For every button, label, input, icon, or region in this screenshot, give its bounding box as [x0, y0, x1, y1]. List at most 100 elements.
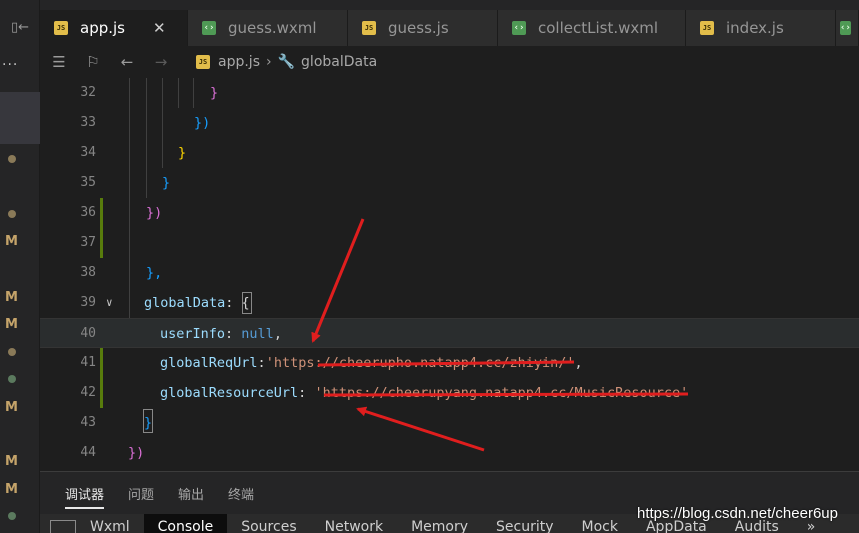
git-modified-marker: M — [5, 400, 18, 415]
tab-security[interactable]: Security — [482, 514, 568, 533]
line-number: 42 — [80, 385, 96, 400]
bottom-panel: 调试器 问题 输出 终端 Wxml Console Sources Networ… — [40, 471, 859, 533]
tab-mock[interactable]: Mock — [568, 514, 632, 533]
property-key: globalResourceUrl — [160, 385, 299, 401]
js-file-icon: JS — [700, 21, 714, 35]
line-number: 41 — [80, 355, 96, 370]
untracked-dot-icon — [8, 375, 16, 383]
tab-guess-wxml[interactable]: ‹› guess.wxml — [188, 10, 348, 46]
chevron-right-icon: › — [266, 54, 272, 70]
wrench-icon: 🔧 — [277, 54, 296, 70]
tab-output[interactable]: 输出 — [178, 484, 204, 509]
code-text: : — [225, 326, 242, 342]
code-text: } — [210, 85, 219, 101]
tab-label: collectList.wxml — [538, 19, 659, 37]
code-line: 36 }) — [40, 198, 859, 228]
tab-network[interactable]: Network — [311, 514, 397, 533]
tab-overflow[interactable]: ‹› — [836, 10, 859, 46]
tab-sources[interactable]: Sources — [227, 514, 310, 533]
tab-app-js[interactable]: JS app.js ✕ — [40, 10, 188, 46]
watermark: https://blog.csdn.net/cheer6up — [637, 505, 838, 522]
code-text: , — [273, 326, 282, 342]
line-number: 44 — [80, 445, 96, 460]
code-editor[interactable]: 32 } 33 }) 34 } 35 } 36 }) 37 38 }, 39 ∨… — [40, 78, 859, 471]
breadcrumb: ☰ ⚐ ← → JS app.js › 🔧 globalData — [40, 46, 859, 78]
code-text: }) — [128, 445, 145, 461]
tab-problems[interactable]: 问题 — [128, 484, 154, 509]
tab-label: index.js — [726, 19, 784, 37]
line-number: 40 — [80, 326, 96, 341]
modified-dot-icon — [8, 348, 16, 356]
breadcrumb-file[interactable]: app.js — [218, 54, 260, 70]
tab-debugger[interactable]: 调试器 — [65, 484, 104, 509]
code-text: } — [162, 175, 171, 191]
git-change-bar — [100, 378, 103, 408]
code-line: 44 }) — [40, 438, 859, 468]
git-change-bar — [100, 198, 103, 228]
modified-dot-icon — [8, 155, 16, 163]
more-icon[interactable]: ··· — [2, 58, 20, 74]
line-number: 43 — [80, 415, 96, 430]
selected-explorer-item[interactable] — [0, 92, 40, 144]
code-line: 34 } — [40, 138, 859, 168]
url-string: 'https://cheerupyang.natapp4.cc/MusicRes… — [314, 385, 689, 401]
git-change-bar — [100, 348, 103, 378]
forward-arrow-icon[interactable]: → — [150, 53, 172, 71]
list-icon[interactable]: ☰ — [48, 53, 70, 71]
activity-bar: ▯← ··· M M M M M M — [0, 0, 40, 533]
code-text: , — [574, 355, 583, 371]
code-text: } — [178, 145, 187, 161]
property-key: globalReqUrl — [160, 355, 258, 371]
tab-console[interactable]: Console — [143, 514, 228, 533]
code-line-current: 40 userInfo: null, — [40, 318, 859, 348]
tab-guess-js[interactable]: JS guess.js — [348, 10, 498, 46]
back-arrow-icon[interactable]: ← — [116, 53, 138, 71]
line-number: 38 — [80, 265, 96, 280]
git-modified-marker: M — [5, 290, 18, 305]
tab-label: guess.wxml — [228, 19, 317, 37]
url-string: 'https://cheerupho.natapp4.cc/zhiyin/' — [265, 355, 575, 371]
panel-tabs: 调试器 问题 输出 终端 — [65, 484, 278, 509]
git-change-bar — [100, 228, 103, 258]
property-key: globalData — [144, 295, 226, 311]
code-line: 35 } — [40, 168, 859, 198]
tab-wxml[interactable]: Wxml — [76, 514, 144, 533]
line-number: 39 — [80, 295, 96, 310]
tab-label: app.js — [80, 19, 125, 37]
line-number: 35 — [80, 175, 96, 190]
bracket-match-open — [242, 292, 252, 314]
code-line: 39 ∨ globalData: { — [40, 288, 859, 318]
code-text: : — [298, 385, 315, 401]
code-line: 38 }, — [40, 258, 859, 288]
js-file-icon: JS — [54, 21, 68, 35]
git-modified-marker: M — [5, 317, 18, 332]
git-modified-marker: M — [5, 234, 18, 249]
wxml-file-icon: ‹› — [512, 21, 526, 35]
tab-memory[interactable]: Memory — [397, 514, 482, 533]
git-modified-marker: M — [5, 482, 18, 497]
bookmark-icon[interactable]: ⚐ — [82, 53, 104, 71]
breadcrumb-symbol[interactable]: globalData — [301, 54, 377, 70]
git-modified-marker: M — [5, 454, 18, 469]
tab-collectlist-wxml[interactable]: ‹› collectList.wxml — [498, 10, 686, 46]
js-file-icon: JS — [196, 55, 210, 69]
null-literal: null — [241, 326, 274, 342]
code-line: 41 globalReqUrl:'https://cheerupho.natap… — [40, 348, 859, 378]
close-icon[interactable]: ✕ — [153, 19, 166, 37]
tab-terminal[interactable]: 终端 — [228, 484, 254, 509]
line-number: 37 — [80, 235, 96, 250]
code-line: 42 globalResourceUrl: 'https://cheerupya… — [40, 378, 859, 408]
tab-label: guess.js — [388, 19, 449, 37]
wxml-file-icon: ‹› — [840, 21, 851, 35]
code-text: }, — [146, 265, 163, 281]
line-number: 34 — [80, 145, 96, 160]
code-text: : — [257, 355, 266, 371]
code-line: 43 } — [40, 408, 859, 438]
tab-index-js[interactable]: JS index.js — [686, 10, 836, 46]
inspect-icon[interactable] — [50, 520, 76, 533]
sidebar-toggle-icon[interactable]: ▯← — [11, 20, 31, 36]
chevron-down-icon[interactable]: ∨ — [106, 288, 113, 318]
line-number: 33 — [80, 115, 96, 130]
wxml-file-icon: ‹› — [202, 21, 216, 35]
code-line: 37 — [40, 228, 859, 258]
